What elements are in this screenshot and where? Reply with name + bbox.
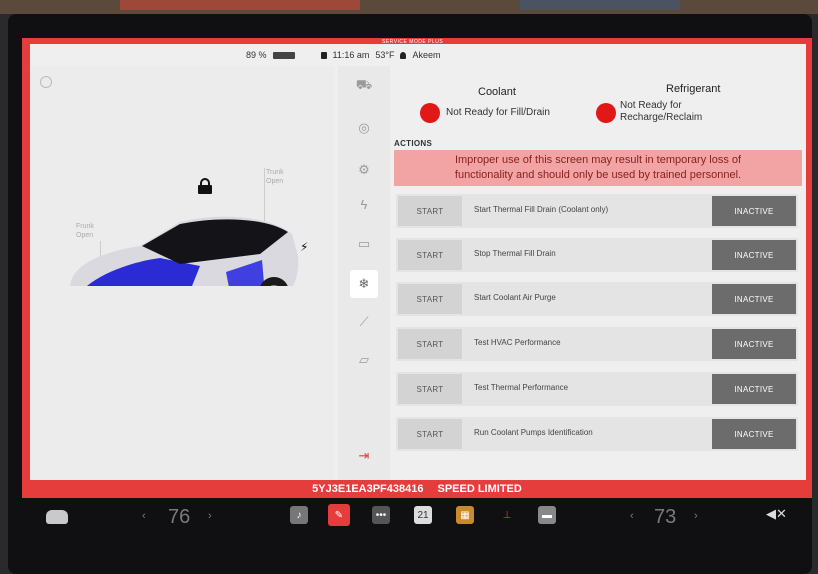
clock: 11:16 am (332, 50, 370, 60)
icon-rail: ⛟ ◎ ⚙ ϟ ▭ ❄ ⟋ ▱ ⇥ (338, 66, 390, 480)
outside-temp: 53°F (375, 50, 395, 60)
more-icon[interactable]: ••• (372, 506, 390, 524)
profile-name[interactable]: Akeem (412, 50, 440, 60)
action-label: Start Coolant Air Purge (474, 293, 556, 302)
status-button[interactable]: INACTIVE (712, 196, 796, 226)
tire-icon[interactable]: ◎ (350, 114, 378, 142)
coolant-status-indicator (420, 103, 440, 123)
action-row: START Stop Thermal Fill Drain INACTIVE (396, 238, 798, 272)
car-panel: Trunk Open Frunk Open ⚡ (30, 66, 334, 480)
thermal-service-panel: Coolant Refrigerant Not Ready for Fill/D… (390, 66, 806, 480)
action-label: Test HVAC Performance (474, 338, 561, 347)
car-icon[interactable] (46, 510, 68, 524)
toybox-icon[interactable]: ▬ (538, 506, 556, 524)
battery-icon (272, 51, 295, 59)
chevron-left-icon[interactable]: ‹ (142, 510, 146, 522)
coolant-status: Not Ready for Fill/Drain (446, 107, 550, 118)
photo-background (0, 0, 818, 14)
coolant-title: Coolant (478, 86, 516, 98)
calendar-icon[interactable]: 21 (414, 506, 432, 524)
warning-banner: Improper use of this screen may result i… (394, 150, 802, 186)
battery-percent: 89 % (246, 50, 267, 60)
joystick-icon[interactable]: ⊥ (498, 506, 516, 524)
start-button[interactable]: START (398, 240, 462, 270)
vin-banner: 5YJ3E1EA3PF438416 SPEED LIMITED (22, 480, 812, 498)
status-button[interactable]: INACTIVE (712, 419, 796, 449)
status-button[interactable]: INACTIVE (712, 240, 796, 270)
status-button[interactable]: INACTIVE (712, 329, 796, 359)
status-button[interactable]: INACTIVE (712, 374, 796, 404)
start-button[interactable]: START (398, 329, 462, 359)
action-row: START Test HVAC Performance INACTIVE (396, 327, 798, 361)
action-row: START Run Coolant Pumps Identification I… (396, 417, 798, 451)
actions-heading: ACTIONS (394, 139, 433, 148)
chevron-right-icon[interactable]: › (208, 510, 212, 522)
profile-icon[interactable] (400, 51, 407, 59)
start-button[interactable]: START (398, 419, 462, 449)
action-row: START Start Thermal Fill Drain (Coolant … (396, 194, 798, 228)
action-row: START Start Coolant Air Purge INACTIVE (396, 282, 798, 316)
refrigerant-title: Refrigerant (666, 83, 721, 95)
start-button[interactable]: START (398, 196, 462, 226)
snowflake-icon[interactable]: ❄ (350, 270, 378, 298)
action-row: START Test Thermal Performance INACTIVE (396, 372, 798, 406)
start-button[interactable]: START (398, 284, 462, 314)
start-button[interactable]: START (398, 374, 462, 404)
exit-icon[interactable]: ⇥ (350, 442, 378, 470)
action-label: Start Thermal Fill Drain (Coolant only) (474, 205, 609, 214)
apps-icon[interactable]: ▦ (456, 506, 474, 524)
bolt-icon[interactable]: ϟ (350, 190, 378, 218)
battery-icon[interactable]: ▭ (350, 230, 378, 258)
action-label: Test Thermal Performance (474, 383, 569, 392)
chevron-left-icon[interactable]: ‹ (630, 510, 634, 522)
refrigerant-status: Not Ready for Recharge/Reclaim (620, 100, 703, 123)
folder-icon[interactable]: ▱ (350, 346, 378, 374)
passenger-temp[interactable]: 73 (654, 506, 676, 529)
gear-icon[interactable]: ⚙ (350, 156, 378, 184)
mute-icon[interactable]: ◀✕ (766, 506, 787, 522)
car-icon[interactable]: ⛟ (350, 72, 378, 100)
refrigerant-status-indicator (596, 103, 616, 123)
status-bar: 89 % 11:16 am 53°F Akeem (246, 48, 441, 62)
chevron-right-icon[interactable]: › (694, 510, 698, 522)
vin: 5YJ3E1EA3PF438416 (312, 483, 424, 495)
music-icon[interactable]: ♪ (290, 506, 308, 524)
action-label: Stop Thermal Fill Drain (474, 249, 556, 258)
wrench-icon[interactable]: ⟋ (350, 308, 378, 336)
driver-temp[interactable]: 76 (168, 506, 190, 529)
wrench-icon[interactable]: ✎ (328, 504, 350, 526)
action-label: Run Coolant Pumps Identification (474, 428, 593, 437)
car-image (70, 216, 299, 286)
status-button[interactable]: INACTIVE (712, 284, 796, 314)
dock: ‹ 76 › ♪ ✎ ••• 21 ▦ ⊥ ▬ ‹ 73 › ◀✕ (30, 500, 806, 540)
speed-limited: SPEED LIMITED (437, 483, 522, 495)
lock-icon[interactable] (320, 51, 327, 59)
